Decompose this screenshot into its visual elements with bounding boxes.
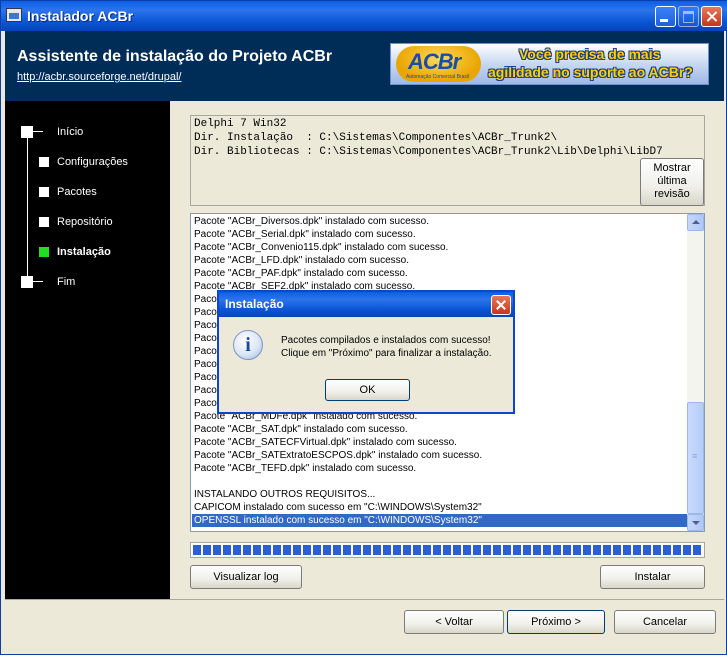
info-line: Dir. Bibliotecas : C:\Sistemas\Component…	[194, 146, 663, 158]
acbr-logo: ACBr Automação Comercial Brasil	[396, 46, 481, 82]
dialog-message: Clique em "Próximo" para finalizar a ins…	[281, 348, 492, 359]
show-revision-label: revisão	[654, 188, 690, 200]
log-line[interactable]: Pacote "ACBr_SATExtratoESCPOS.dpk" insta…	[194, 449, 482, 462]
step-label: Pacotes	[57, 186, 97, 198]
step-label: Repositório	[57, 216, 113, 228]
show-revision-button[interactable]: Mostrar última revisão	[640, 158, 704, 206]
logo-subtitle: Automação Comercial Brasil	[406, 74, 470, 80]
show-revision-label: última	[657, 175, 687, 187]
log-line[interactable]: Pacote "ACBr_SAT.dpk" instalado com suce…	[194, 423, 408, 436]
next-button[interactable]: Próximo >	[507, 610, 605, 634]
ok-button[interactable]: OK	[325, 379, 410, 401]
step-repositorio: Repositório	[5, 215, 170, 231]
log-line[interactable]: Pacote "ACBr_Serial.dpk" instalado com s…	[194, 228, 416, 241]
installation-dialog: Instalação i Pacotes compilados e instal…	[217, 290, 515, 414]
step-pacotes: Pacotes	[5, 185, 170, 201]
logo-text: ACBr	[408, 49, 461, 74]
dialog-title-bar[interactable]: Instalação	[219, 292, 513, 317]
view-log-button[interactable]: Visualizar log	[190, 565, 302, 589]
step-marker	[21, 276, 33, 288]
install-button[interactable]: Instalar	[600, 565, 705, 589]
log-line[interactable]: OPENSSL instalado com sucesso em "C:\WIN…	[192, 514, 688, 527]
banner-line-1: Você precisa de mais	[519, 46, 661, 62]
step-inicio: Início	[5, 125, 170, 141]
log-line[interactable]: Pacote "ACBr_TEFD.dpk" instalado com suc…	[194, 462, 416, 475]
maximize-button	[678, 6, 699, 27]
progress-fill	[193, 545, 702, 555]
log-line[interactable]: Pacote "ACBr_PAF.dpk" instalado com suce…	[194, 267, 408, 280]
install-progress	[190, 542, 705, 558]
log-line[interactable]: INSTALANDO OUTROS REQUISITOS...	[194, 488, 375, 501]
dialog-title: Instalação	[225, 297, 284, 311]
step-fim: Fim	[5, 275, 170, 291]
log-scrollbar[interactable]	[687, 214, 704, 531]
log-line[interactable]: Pacote "ACBr_SATECFVirtual.dpk" instalad…	[194, 436, 457, 449]
step-configuracoes: Configurações	[5, 155, 170, 171]
info-icon: i	[233, 330, 263, 360]
step-marker	[39, 217, 49, 227]
log-line[interactable]: Pacote "ACBr_Convenio115.dpk" instalado …	[194, 241, 448, 254]
steps-sidebar: Início Configurações Pacotes Repositório…	[5, 101, 170, 599]
scroll-down-icon[interactable]	[687, 514, 704, 531]
back-button[interactable]: < Voltar	[404, 610, 504, 634]
project-link[interactable]: http://acbr.sourceforge.net/drupal/	[17, 71, 182, 83]
scroll-thumb[interactable]	[687, 402, 704, 514]
step-marker	[39, 187, 49, 197]
info-line: Delphi 7 Win32	[194, 118, 287, 130]
footer-divider	[5, 599, 724, 600]
app-icon	[6, 8, 22, 22]
installation-info: Delphi 7 Win32 Dir. Instalação : C:\Sist…	[190, 115, 705, 206]
step-label: Instalação	[57, 246, 111, 258]
support-banner[interactable]: ACBr Automação Comercial Brasil Você pre…	[390, 43, 709, 85]
close-button[interactable]	[701, 6, 722, 27]
banner-line-2: agilidade no suporte ao ACBr?	[488, 64, 693, 80]
show-revision-label: Mostrar	[653, 162, 691, 174]
step-connector	[29, 281, 43, 282]
header-title: Assistente de instalação do Projeto ACBr	[17, 48, 333, 65]
log-line[interactable]: CAPICOM instalado com sucesso em "C:\WIN…	[194, 501, 482, 514]
header: Assistente de instalação do Projeto ACBr…	[5, 31, 724, 101]
installer-window: Instalador ACBr Assistente de instalação…	[0, 0, 727, 655]
step-connector	[29, 131, 43, 132]
log-line[interactable]: Pacote "ACBr_LFD.dpk" instalado com suce…	[194, 254, 409, 267]
info-line: Dir. Instalação : C:\Sistemas\Componente…	[194, 132, 558, 144]
title-bar[interactable]: Instalador ACBr	[1, 1, 727, 31]
cancel-button[interactable]: Cancelar	[614, 610, 716, 634]
step-label: Fim	[57, 276, 76, 288]
log-line[interactable]: Pacote "ACBr_Diversos.dpk" instalado com…	[194, 215, 429, 228]
dialog-close-button[interactable]	[491, 295, 511, 315]
step-marker	[39, 157, 49, 167]
minimize-button[interactable]	[655, 6, 676, 27]
dialog-message: Pacotes compilados e instalados com suce…	[281, 335, 491, 346]
step-label: Configurações	[57, 156, 128, 168]
step-marker-active	[39, 247, 49, 257]
step-marker	[21, 126, 33, 138]
scroll-up-icon[interactable]	[687, 214, 704, 231]
step-instalacao: Instalação	[5, 245, 170, 261]
window-title: Instalador ACBr	[27, 8, 134, 24]
step-label: Início	[57, 126, 84, 138]
